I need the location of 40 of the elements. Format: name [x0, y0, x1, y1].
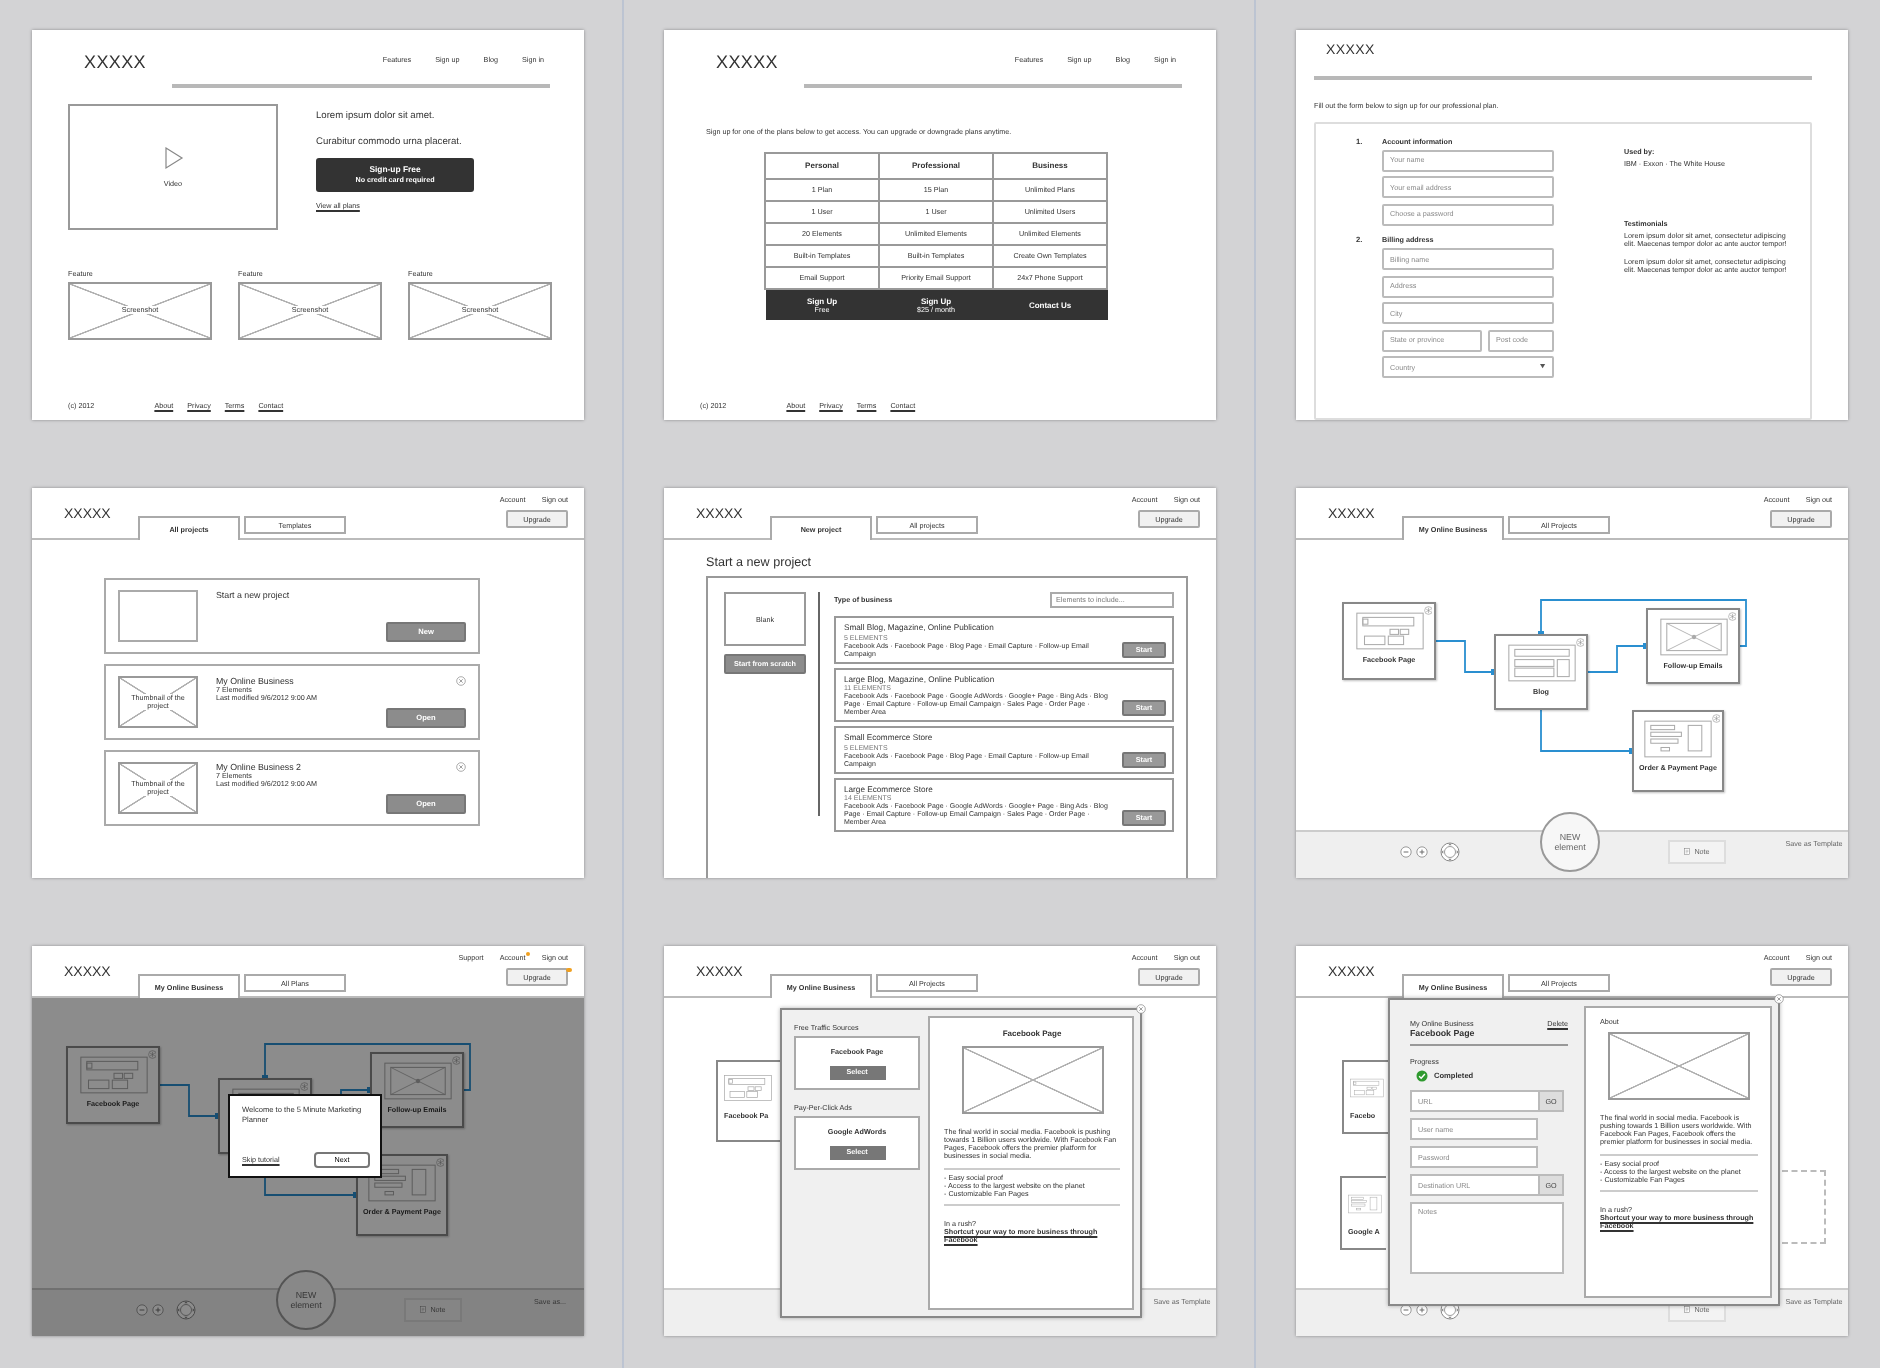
- page-thumbnail-drawing: [1507, 644, 1575, 682]
- note-icon: [420, 1306, 427, 1314]
- note-icon: [1684, 848, 1691, 856]
- page-thumbnail-drawing: [1355, 612, 1423, 650]
- gear-icon[interactable]: [1423, 606, 1432, 615]
- image-placeholder: [961, 1046, 1103, 1114]
- drop-zone: [1782, 1170, 1826, 1244]
- gear-icon[interactable]: [299, 1082, 308, 1091]
- close-icon[interactable]: [456, 762, 466, 772]
- pan-icon[interactable]: [1440, 842, 1460, 862]
- page-thumbnail-drawing: [724, 1070, 772, 1106]
- zoom-out-icon[interactable]: [136, 1304, 148, 1316]
- zoom-in-icon[interactable]: [1416, 1304, 1428, 1316]
- connector-line: [159, 1084, 221, 1119]
- logo: XXXXX: [84, 54, 147, 72]
- connector-line: [1540, 709, 1635, 754]
- close-icon[interactable]: [1774, 994, 1784, 1004]
- connector-line: [1435, 640, 1497, 675]
- page-thumbnail-drawing: [1644, 720, 1712, 758]
- close-icon[interactable]: [456, 676, 466, 686]
- gear-icon[interactable]: [435, 1158, 444, 1167]
- play-icon[interactable]: [163, 145, 183, 169]
- empty-thumbnail: [118, 590, 198, 642]
- gear-icon[interactable]: [1711, 714, 1720, 723]
- gear-icon[interactable]: [451, 1056, 460, 1065]
- image-placeholder: [1608, 1032, 1750, 1100]
- zoom-in-icon[interactable]: [152, 1304, 164, 1316]
- close-icon[interactable]: [1136, 1004, 1146, 1014]
- zoom-out-icon[interactable]: [1400, 1304, 1412, 1316]
- logo: XXXXX: [716, 54, 779, 72]
- gear-icon[interactable]: [147, 1050, 156, 1059]
- note-icon: [1684, 1306, 1691, 1314]
- gear-icon[interactable]: [1575, 638, 1584, 647]
- page-thumbnail-drawing: [79, 1056, 147, 1094]
- caret-icon: [1540, 364, 1546, 370]
- gear-icon[interactable]: [1727, 612, 1736, 621]
- zoom-out-icon[interactable]: [1400, 846, 1412, 858]
- zoom-in-icon[interactable]: [1416, 846, 1428, 858]
- page-thumbnail-drawing: [1659, 618, 1727, 656]
- pan-icon[interactable]: [176, 1300, 196, 1320]
